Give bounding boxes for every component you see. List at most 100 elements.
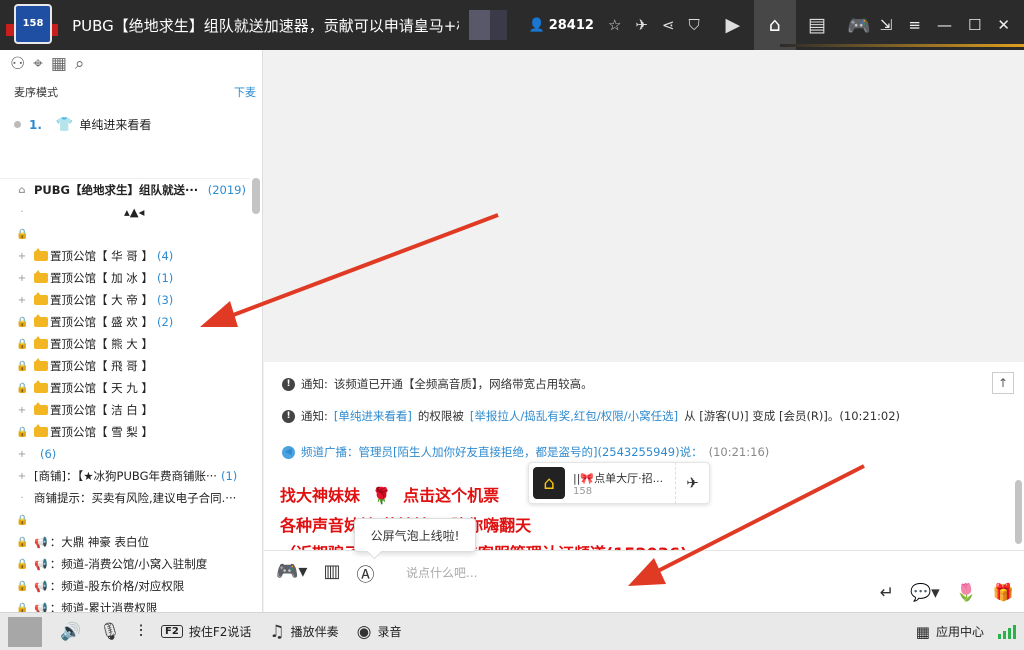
channel-item[interactable]: 🔒 置顶公馆【 盛 欢 】 (2)	[0, 311, 250, 333]
star-icon[interactable]: ☆	[608, 16, 621, 34]
channel-count: (2019)	[207, 183, 246, 197]
bottom-bar: 🔊 🎙 ⫶ F2 按住F2说话 ♫ 播放伴奏 ◉ 录音 ▦ 应用中心	[0, 612, 1024, 650]
crown-icon	[34, 336, 48, 349]
channel-item[interactable]: + (6)	[0, 443, 250, 465]
plane-icon[interactable]: ✈	[635, 16, 648, 34]
speaker-icon[interactable]: 🔊	[60, 622, 81, 642]
channel-name: [商铺]：【★冰狗PUBG年费商铺账···	[34, 469, 217, 483]
channel-item[interactable]: 🔒 📢 ：频道-消费公馆/小窝入驻制度	[0, 553, 250, 575]
channel-item[interactable]: 🔒 置顶公馆【 飛 哥 】	[0, 355, 250, 377]
home-small-icon: ⌂	[18, 184, 26, 196]
input-right-tools: ↵ 💬▾ 🌷 🎁	[880, 583, 1014, 603]
gamepad-icon[interactable]: 🎮	[838, 0, 880, 50]
channel-item[interactable]: 🔒 置顶公馆【 雪 梨 】	[0, 421, 250, 443]
fly-to-channel-icon[interactable]: ✈	[675, 462, 709, 504]
scroll-top-button[interactable]: ↑	[992, 372, 1014, 394]
maximize-icon[interactable]: ☐	[968, 16, 981, 34]
notes-icon[interactable]: ▦	[51, 54, 67, 74]
channel-logo[interactable]: 158	[4, 2, 58, 48]
game-emoji-icon[interactable]: 🎮▾	[276, 561, 307, 587]
dot-icon: ·	[20, 492, 24, 504]
board-icon[interactable]: ▤	[796, 0, 838, 50]
video-icon[interactable]: ▶	[712, 0, 754, 50]
font-style-icon[interactable]: Ⓐ	[356, 561, 374, 587]
channel-item[interactable]: · ▴▲◂	[0, 201, 250, 223]
grid-icon: ▦	[915, 622, 930, 641]
accompany-button[interactable]: ♫ 播放伴奏	[269, 622, 338, 642]
channel-item[interactable]: · 商铺提示：买卖有风险,建议电子合同.···	[0, 487, 250, 509]
notice-user-link[interactable]: [单纯进来看看]	[334, 408, 412, 424]
owner-avatar[interactable]	[469, 10, 490, 40]
chat-input[interactable]: 说点什么吧...	[406, 564, 477, 581]
pin-icon[interactable]: ⇲	[880, 16, 893, 34]
channel-name: ：频道-累计消费权限	[49, 601, 158, 612]
chat-scrollbar[interactable]	[1015, 480, 1022, 544]
gift-icon[interactable]: 🎁	[993, 583, 1014, 603]
channel-item[interactable]: + 置顶公馆【 加 冰 】 (1)	[0, 267, 250, 289]
channel-item[interactable]: 🔒 置顶公馆【 天 九 】	[0, 377, 250, 399]
channel-item[interactable]: 🔒	[0, 509, 250, 531]
person-icon[interactable]: ⚇	[10, 54, 25, 74]
online-count: 👤 28412	[529, 18, 594, 33]
channel-item[interactable]: + 置顶公馆【 洁 白 】	[0, 399, 250, 421]
top-nav: ▶ ⌂ ▤ 🎮	[712, 0, 880, 50]
bubble-icon[interactable]: 💬▾	[910, 583, 940, 603]
report-icon[interactable]: ⛉	[689, 16, 700, 34]
lock-icon: 🔒	[16, 426, 29, 438]
crown-icon	[34, 402, 48, 415]
home-icon[interactable]: ⌂	[753, 0, 796, 50]
push-to-talk-button[interactable]: F2 按住F2说话	[161, 623, 251, 640]
flower-icon[interactable]: 🌷	[956, 583, 977, 603]
lock-icon: 🔒	[16, 536, 29, 548]
channel-tree-scrollbar[interactable]	[252, 178, 260, 214]
send-icon[interactable]: ↵	[880, 583, 894, 603]
channel-item[interactable]: 🔒 置顶公馆【 熊 大 】	[0, 333, 250, 355]
equalizer-icon[interactable]: ⫶	[139, 622, 143, 642]
mic-down-link[interactable]: 下麦	[234, 84, 256, 100]
lock-icon: 🔒	[16, 360, 29, 372]
channel-item[interactable]: 🔒 📢 ：频道-累计消费权限	[0, 597, 250, 612]
channel-name: ：频道-股东价格/对应权限	[49, 579, 185, 593]
channel-item[interactable]: 🔒 📢 ：频道-股东价格/对应权限	[0, 575, 250, 597]
channel-name: 商铺提示：买卖有风险,建议电子合同.···	[34, 491, 237, 505]
channel-item[interactable]: 🔒 📢 ：大鼎 神豪 表白位	[0, 531, 250, 553]
mic-queue-item[interactable]: 1. 👕 单纯进来看看	[14, 116, 151, 133]
chat-notice: ! 通知: 该频道已开通【全频高音质】，网络带宽占用较高。	[282, 376, 593, 392]
expand-icon[interactable]: +	[16, 295, 28, 306]
channel-item[interactable]: + 置顶公馆【 大 帝 】 (3)	[0, 289, 250, 311]
mic-order-label: 麦序模式	[14, 86, 58, 99]
crown-icon	[34, 424, 48, 437]
channel-root[interactable]: ⌂ PUBG【绝地求生】组队就送··· (2019)	[0, 179, 250, 201]
channel-item[interactable]: + [商铺]：【★冰狗PUBG年费商铺账··· (1)	[0, 465, 250, 487]
channel-item[interactable]: 🔒	[0, 223, 250, 245]
channel-ticket-card[interactable]: ⌂ ||🎀点单大厅·招... 158 ✈	[528, 462, 710, 504]
expand-icon[interactable]: +	[16, 405, 28, 416]
expand-icon[interactable]: +	[16, 273, 28, 284]
app-center-button[interactable]: ▦ 应用中心	[916, 623, 1016, 641]
expand-icon[interactable]: +	[16, 449, 28, 460]
search-icon[interactable]: ⌕	[75, 54, 85, 74]
expand-icon[interactable]: +	[16, 251, 28, 262]
channel-item[interactable]: + 置顶公馆【 华 哥 】 (4)	[0, 245, 250, 267]
megaphone-icon: 📢	[34, 601, 48, 613]
close-icon[interactable]: ✕	[997, 16, 1010, 34]
input-tools: 🎮▾ ▥ Ⓐ	[276, 561, 374, 587]
notice-prefix: 通知:	[301, 377, 328, 391]
ticket-title: ||🎀点单大厅·招...	[573, 471, 664, 485]
share-icon[interactable]: ⋖	[662, 16, 675, 34]
chat-notice: ! 通知: [单纯进来看看] 的权限被 [举报拉人/捣乱有奖,红包/权限/小窝任…	[282, 408, 900, 424]
menu-icon[interactable]: ≡	[908, 16, 921, 34]
expand-icon[interactable]: +	[16, 471, 28, 482]
channel-name: 置顶公馆【 华 哥 】	[50, 249, 153, 263]
chart-icon[interactable]: ▥	[323, 561, 340, 587]
channel-name: 置顶公馆【 大 帝 】	[50, 293, 153, 307]
location-icon[interactable]: ⌖	[33, 54, 43, 74]
my-avatar[interactable]	[8, 616, 42, 647]
record-label: 录音	[377, 625, 402, 639]
window-title: PUBG【绝地求生】组队就送加速器，贡献可以申请皇马+权限+...	[72, 16, 459, 35]
record-button[interactable]: ◉ 录音	[357, 622, 402, 642]
microphone-icon[interactable]: 🎙	[99, 622, 121, 642]
channel-name: 置顶公馆【 洁 白 】	[50, 403, 153, 417]
notice-actor-link[interactable]: [举报拉人/捣乱有奖,红包/权限/小窝任选]	[470, 408, 678, 424]
minimize-icon[interactable]: —	[937, 16, 952, 34]
